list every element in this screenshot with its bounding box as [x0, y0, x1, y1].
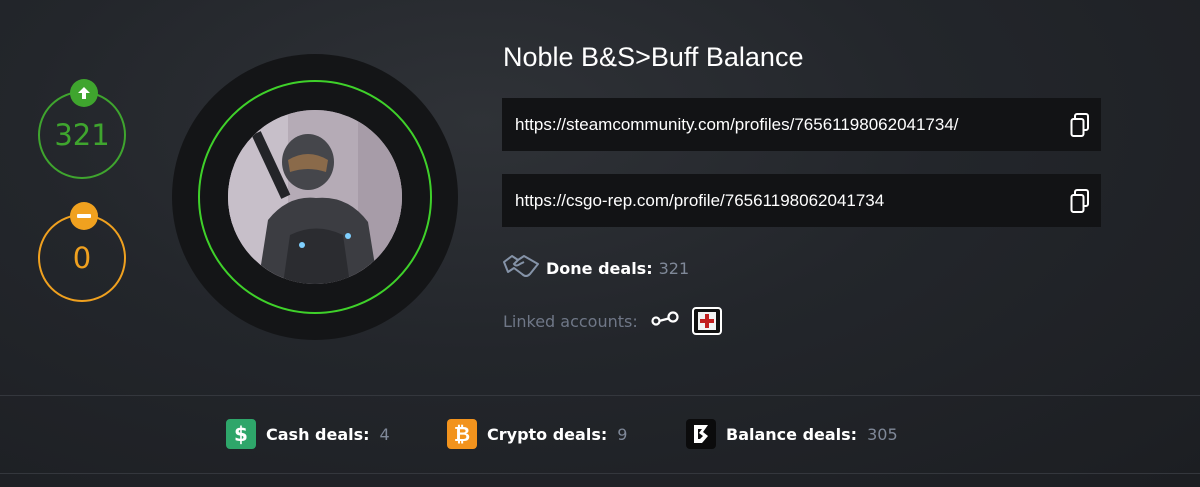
crypto-deals: ₿ Crypto deals: 9 [447, 418, 627, 450]
linked-accounts: Linked accounts: [503, 307, 722, 335]
cash-deals-value: 4 [379, 424, 390, 444]
steam-icon[interactable] [650, 309, 680, 333]
csgo-rep-icon[interactable] [691, 307, 722, 335]
copy-icon[interactable] [1070, 113, 1090, 137]
dollar-icon: $ [226, 419, 256, 449]
done-deals-label: Done deals: [546, 258, 653, 278]
avatar [228, 110, 402, 284]
avatar-frame [172, 54, 458, 340]
positive-rep-counter[interactable]: 321 [38, 79, 126, 179]
rep-profile-url[interactable]: https://csgo-rep.com/profile/76561198062… [515, 191, 884, 211]
divider [0, 395, 1200, 396]
cash-deals: $ Cash deals: 4 [226, 418, 390, 450]
negative-rep-counter[interactable]: 0 [38, 202, 126, 302]
rep-profile-link[interactable]: https://csgo-rep.com/profile/76561198062… [502, 174, 1101, 227]
balance-deals-label: Balance deals: [726, 424, 858, 444]
balance-deals-value: 305 [867, 424, 898, 444]
done-deals: Done deals: 321 [502, 252, 689, 284]
linked-accounts-label: Linked accounts: [503, 311, 638, 331]
steam-profile-link[interactable]: https://steamcommunity.com/profiles/7656… [502, 98, 1101, 151]
copy-icon[interactable] [1070, 189, 1090, 213]
crypto-deals-label: Crypto deals: [487, 424, 608, 444]
arrow-up-icon [70, 79, 98, 107]
done-deals-value: 321 [658, 258, 690, 278]
crypto-deals-value: 9 [617, 424, 628, 444]
bitcoin-icon: ₿ [447, 419, 477, 449]
divider [0, 473, 1200, 474]
cash-deals-label: Cash deals: [266, 424, 370, 444]
negative-rep-count: 0 [72, 241, 92, 275]
profile-name: Noble B&S>Buff Balance [503, 42, 804, 72]
steam-profile-url[interactable]: https://steamcommunity.com/profiles/7656… [515, 115, 959, 135]
balance-deals: Balance deals: 305 [686, 418, 898, 450]
handshake-icon [502, 252, 540, 284]
minus-icon [70, 202, 98, 230]
positive-rep-count: 321 [54, 118, 110, 152]
buff-icon [686, 419, 716, 449]
